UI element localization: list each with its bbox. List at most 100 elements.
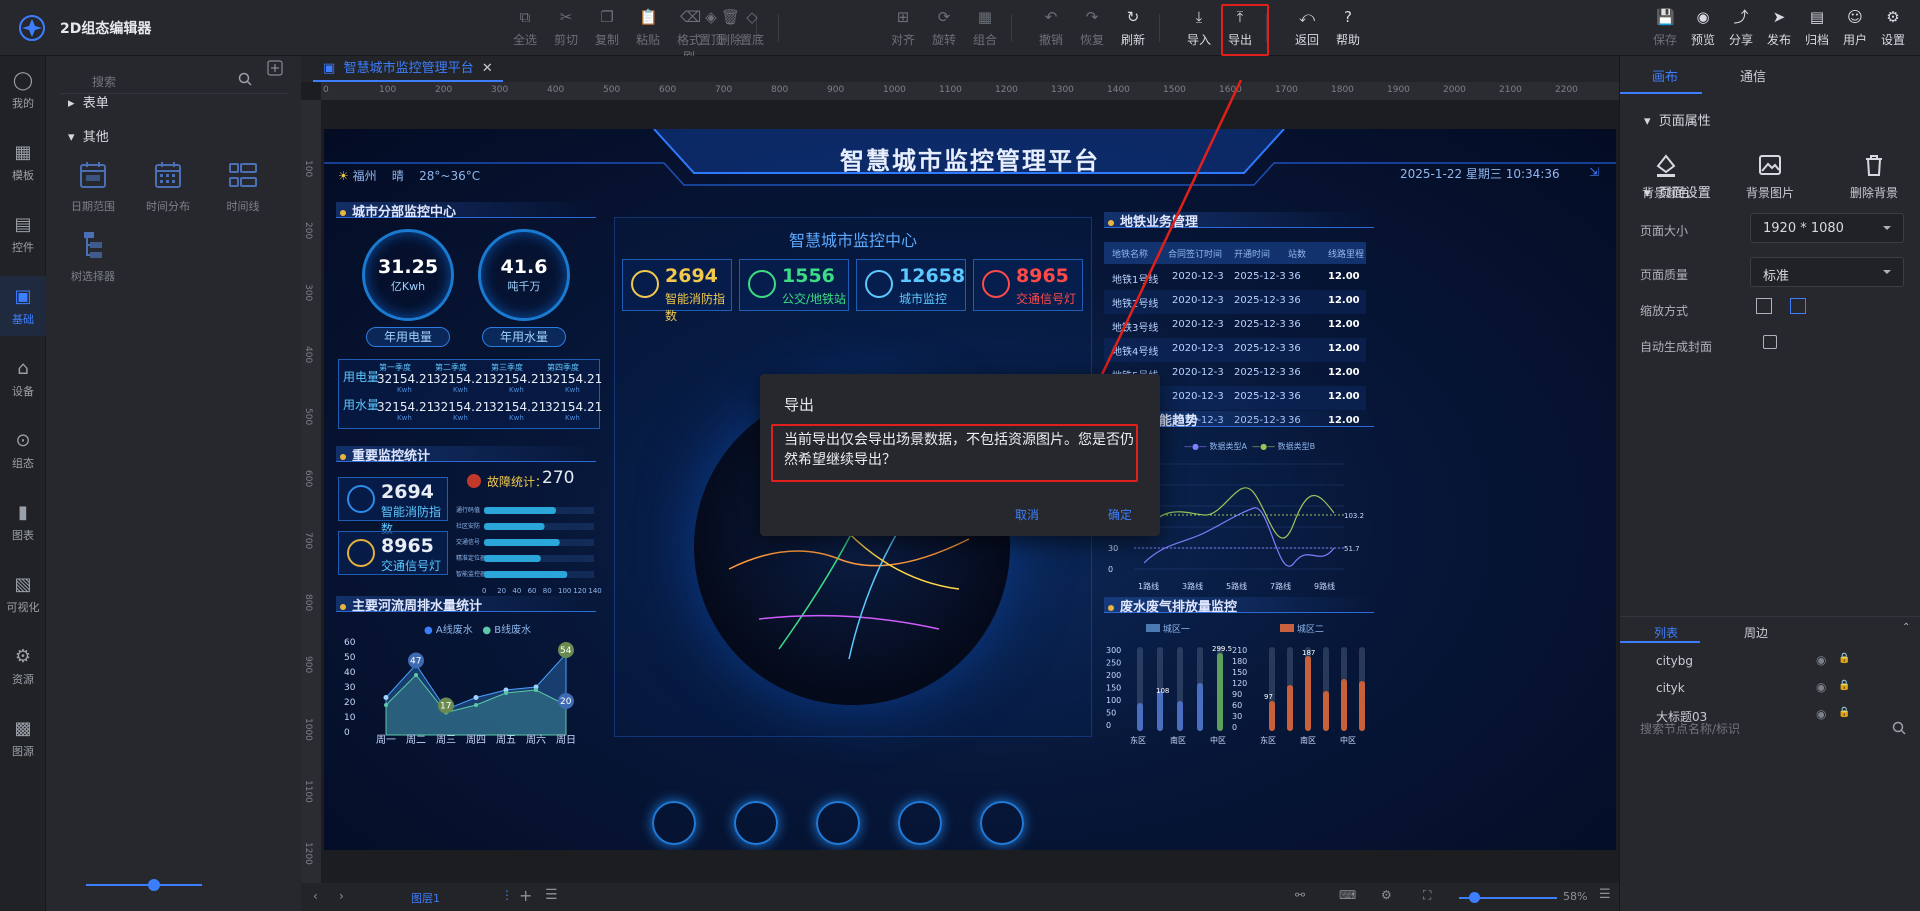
tab-canvas[interactable]: 画布 bbox=[1652, 66, 1678, 85]
component-tree-select[interactable]: 树选择器 bbox=[58, 228, 128, 284]
tab-around[interactable]: 周边 bbox=[1744, 624, 1768, 641]
prev-icon[interactable]: ‹ bbox=[313, 889, 318, 903]
lock-icon[interactable]: 🔒 bbox=[1838, 680, 1850, 691]
toolbar-rotate-button[interactable]: ⟳ 旋转 bbox=[927, 8, 961, 52]
toolbar-copy-button[interactable]: ❐ 复制 bbox=[590, 8, 624, 52]
back-icon: ⤺ bbox=[1298, 8, 1316, 26]
settings-icon bbox=[734, 801, 778, 845]
page-size-select[interactable]: 1920 * 1080 bbox=[1750, 213, 1904, 243]
toolbar-publish-button[interactable]: ➤ 发布 bbox=[1762, 8, 1796, 52]
metro-cell: 36 bbox=[1288, 343, 1301, 354]
component-time-distribution[interactable]: 时间分布 bbox=[133, 158, 203, 214]
fit-screen-icon[interactable]: ⛶ bbox=[1423, 888, 1431, 903]
search-icon[interactable] bbox=[238, 72, 252, 86]
more-icon[interactable]: ⋮ bbox=[501, 888, 513, 902]
node-search-input[interactable]: 搜索节点名称/标识 bbox=[1640, 720, 1740, 737]
layer-tab[interactable]: 图层1 bbox=[411, 890, 440, 906]
nav-button[interactable]: 角色分配 bbox=[634, 801, 714, 850]
tab-list[interactable]: 列表 bbox=[1654, 624, 1678, 641]
toolbar-select-all-button[interactable]: ⧉ 全选 bbox=[508, 8, 542, 52]
toolbar-save-button[interactable]: 💾 保存 bbox=[1648, 8, 1682, 52]
rail-basic[interactable]: ▣ 基础 bbox=[0, 276, 46, 336]
toolbar-layers-down-button[interactable]: ◇ 置底 bbox=[735, 8, 769, 52]
lock-icon[interactable]: 🔒 bbox=[1838, 653, 1850, 664]
metro-cell: 2025-12-3 bbox=[1234, 367, 1286, 378]
toolbar-help-button[interactable]: ? 帮助 bbox=[1331, 8, 1365, 52]
rail-user-circle[interactable]: ◯ 我的 bbox=[0, 60, 46, 120]
close-icon[interactable]: ✕ bbox=[482, 61, 493, 76]
toolbar-label: 预览 bbox=[1690, 33, 1715, 47]
quarter-cell-unit: Kwh bbox=[453, 414, 468, 422]
topology-icon[interactable]: ⚯ bbox=[1295, 888, 1305, 902]
nav-button[interactable]: 退出系统 bbox=[962, 801, 1042, 850]
ruler-tick: 700 bbox=[303, 532, 313, 550]
toolbar-undo-button[interactable]: ↶ 撤销 bbox=[1034, 8, 1068, 52]
scale-fit-icon[interactable] bbox=[1756, 298, 1772, 314]
rail-scada[interactable]: ⊙ 组态 bbox=[0, 420, 46, 480]
zoom-slider-handle[interactable] bbox=[148, 879, 160, 891]
rail-chart[interactable]: ▮ 图表 bbox=[0, 492, 46, 552]
toolbar-share-button[interactable]: ⤴ 分享 bbox=[1724, 8, 1758, 52]
toolbar-import-button[interactable]: ⤓ 导入 bbox=[1182, 8, 1216, 52]
rail-template[interactable]: ▦ 模板 bbox=[0, 132, 46, 192]
bus-icon bbox=[748, 270, 776, 298]
page-quality-select[interactable]: 标准 bbox=[1750, 257, 1904, 287]
code-icon[interactable]: ⌨ bbox=[1339, 888, 1356, 902]
confirm-button[interactable]: 确定 bbox=[1108, 506, 1132, 523]
section-page-settings[interactable]: ▾ 页面设置 bbox=[1644, 182, 1711, 201]
layer-item[interactable]: citybg ◉ 🔒 bbox=[1656, 653, 1906, 668]
next-icon[interactable]: › bbox=[339, 889, 344, 903]
tab-scene[interactable]: ▣ 智慧城市监控管理平台 ✕ bbox=[313, 59, 503, 82]
device-icon[interactable]: ⚙ bbox=[1381, 888, 1392, 902]
toolbar-paste-button[interactable]: 📋 粘贴 bbox=[631, 8, 665, 52]
zoom-handle[interactable] bbox=[1469, 892, 1480, 903]
y-tick: 210 bbox=[1232, 646, 1247, 655]
auto-cover-checkbox[interactable] bbox=[1763, 335, 1777, 349]
nav-button[interactable]: 维稽舱 bbox=[880, 801, 960, 850]
zoom-slider[interactable] bbox=[86, 884, 202, 886]
nav-button[interactable]: 大数据分析 bbox=[798, 801, 878, 850]
rail-visual[interactable]: ▧ 可视化 bbox=[0, 564, 46, 624]
component-date-range[interactable]: 日期范围 bbox=[58, 158, 128, 214]
toolbar-layers-up-button[interactable]: ◈ 置顶 bbox=[694, 8, 728, 52]
toolbar-align-button[interactable]: ⊞ 对齐 bbox=[886, 8, 920, 52]
visibility-icon[interactable]: ◉ bbox=[1816, 707, 1826, 721]
visibility-icon[interactable]: ◉ bbox=[1816, 653, 1826, 667]
bg-image-button[interactable]: 背景图片 bbox=[1730, 152, 1810, 201]
toolbar-archive-button[interactable]: ▤ 归档 bbox=[1800, 8, 1834, 52]
component-timeline[interactable]: 时间线 bbox=[208, 158, 278, 214]
toolbar-settings-button[interactable]: ⚙ 设置 bbox=[1876, 8, 1910, 52]
component-search[interactable]: 搜索 bbox=[60, 66, 288, 94]
expand-icon[interactable]: ⌃ bbox=[1902, 622, 1910, 633]
add-layer-icon[interactable]: + bbox=[519, 886, 532, 905]
search-icon[interactable] bbox=[1892, 721, 1906, 735]
rail-device[interactable]: ⌂ 设备 bbox=[0, 348, 46, 408]
toolbar-user-button[interactable]: ☺ 用户 bbox=[1838, 8, 1872, 52]
toolbar-group-button[interactable]: ▦ 组合 bbox=[968, 8, 1002, 52]
add-component-icon[interactable] bbox=[267, 60, 283, 76]
layer-item[interactable]: cityk ◉ 🔒 bbox=[1656, 680, 1906, 695]
tab-communication[interactable]: 通信 bbox=[1740, 66, 1766, 85]
nav-button[interactable]: 设置中心 bbox=[716, 801, 796, 850]
group-other[interactable]: ▾ 其他 bbox=[68, 126, 109, 145]
bar-label: 智能监控器 bbox=[456, 570, 486, 578]
rail-controls[interactable]: ▤ 控件 bbox=[0, 204, 46, 264]
rail-label: 基础 bbox=[12, 313, 34, 326]
toolbar-preview-button[interactable]: ◉ 预览 bbox=[1686, 8, 1720, 52]
toolbar-scissors-button[interactable]: ✂ 剪切 bbox=[549, 8, 583, 52]
toolbar-refresh-button[interactable]: ↻ 刷新 bbox=[1116, 8, 1150, 52]
panel-title-waste: 废水废气排放量监控 bbox=[1108, 596, 1237, 615]
delete-bg-button[interactable]: 删除背景 bbox=[1834, 152, 1914, 201]
rail-resource[interactable]: ⚙ 资源 bbox=[0, 636, 46, 696]
list-icon[interactable]: ☰ bbox=[545, 887, 558, 903]
scale-full-icon[interactable] bbox=[1790, 298, 1806, 314]
group-form[interactable]: ▸ 表单 bbox=[68, 92, 109, 111]
menu-icon[interactable]: ☰ bbox=[1599, 887, 1611, 902]
lock-icon[interactable]: 🔒 bbox=[1838, 707, 1850, 718]
visibility-icon[interactable]: ◉ bbox=[1816, 680, 1826, 694]
cancel-button[interactable]: 取消 bbox=[1015, 506, 1039, 523]
toolbar-back-button[interactable]: ⤺ 返回 bbox=[1290, 8, 1324, 52]
toolbar-redo-button[interactable]: ↷ 恢复 bbox=[1075, 8, 1109, 52]
rail-image-source[interactable]: ▩ 图源 bbox=[0, 708, 46, 768]
section-page-props[interactable]: ▾ 页面属性 bbox=[1644, 110, 1711, 129]
